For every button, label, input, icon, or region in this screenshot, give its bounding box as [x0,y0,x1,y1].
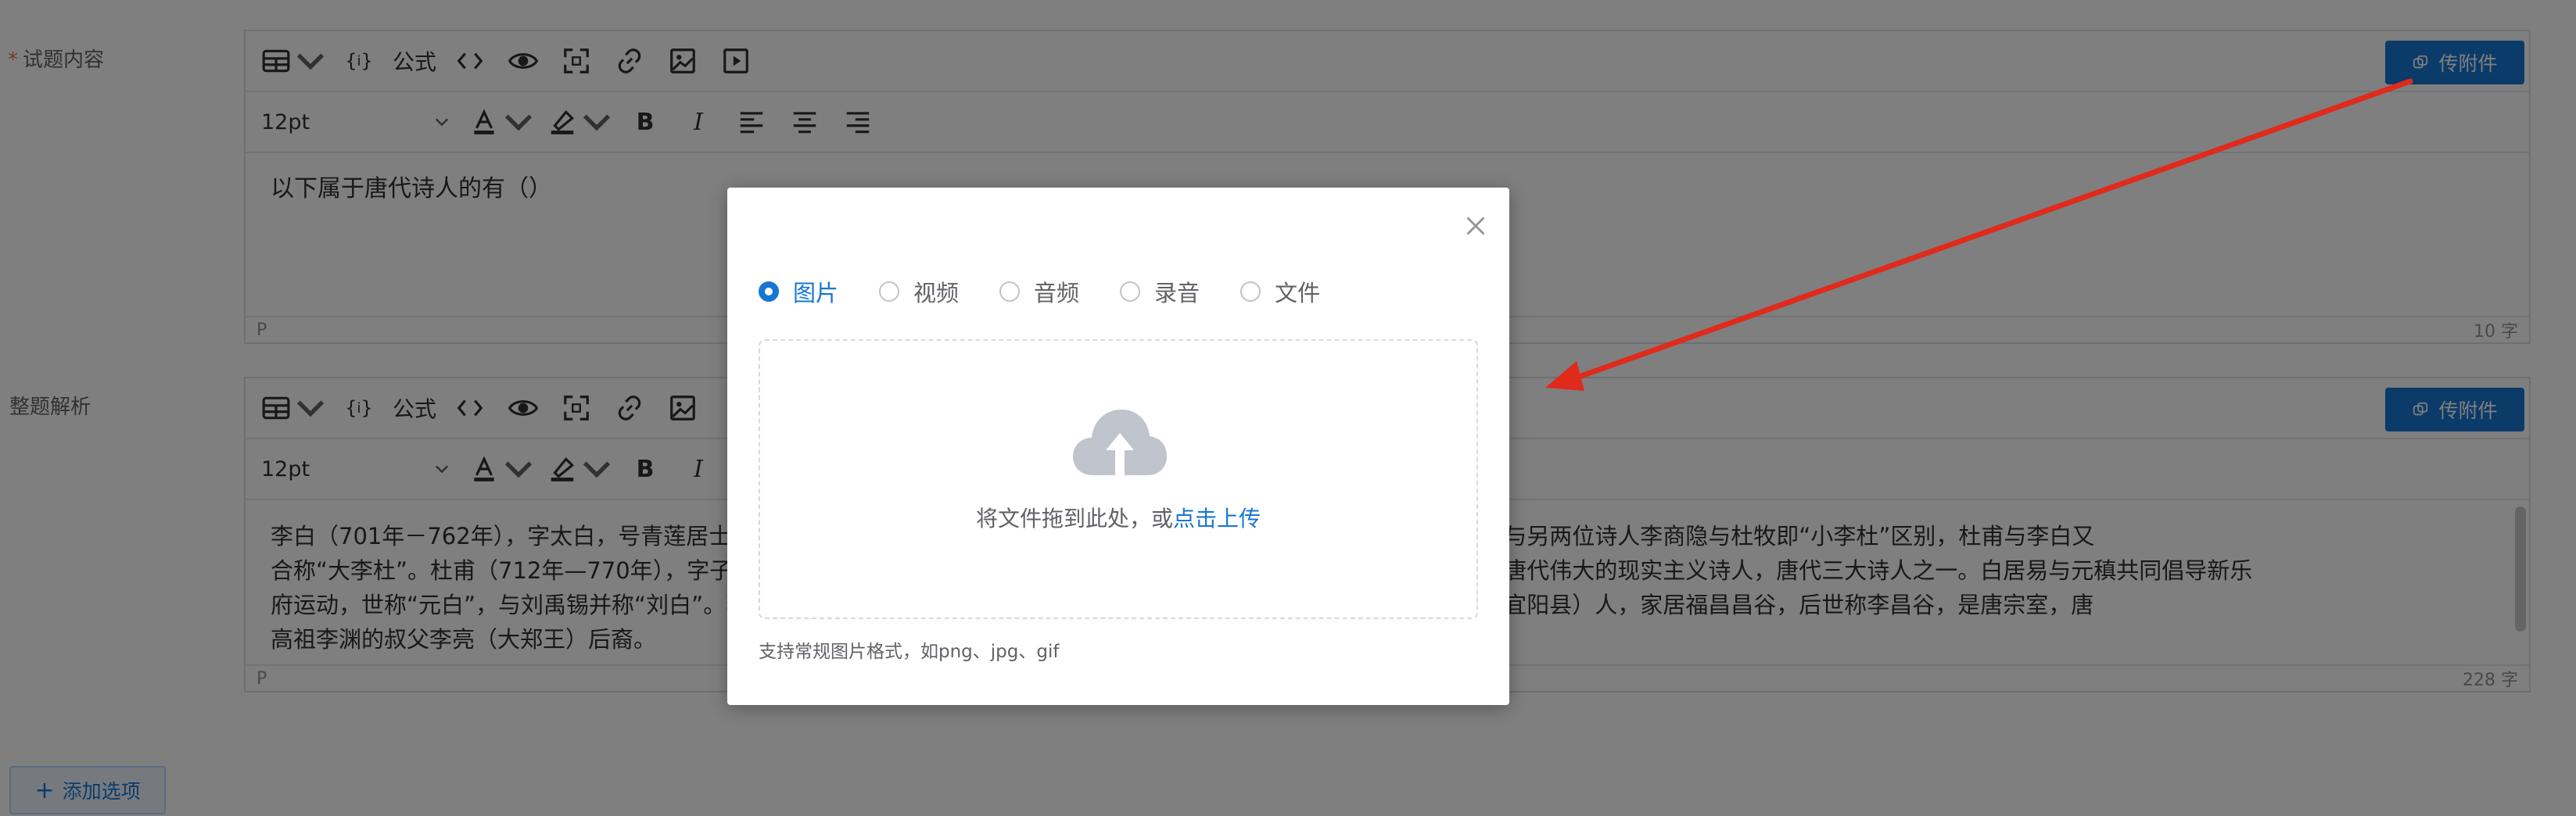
radio-label: 文件 [1275,280,1321,306]
radio-label: 音频 [1034,280,1080,306]
radio-file[interactable]: 文件 [1240,275,1320,308]
dropzone-text: 将文件拖到此处，或点击上传 [760,502,1476,533]
radio-label: 图片 [793,280,839,306]
upload-link[interactable]: 点击上传 [1173,506,1261,531]
radio-recording[interactable]: 录音 [1120,275,1200,308]
drop-instruction: 将文件拖到此处，或 [975,506,1173,531]
radio-circle [1240,281,1261,302]
radio-audio[interactable]: 音频 [999,275,1079,308]
upload-dropzone[interactable]: 将文件拖到此处，或点击上传 [759,339,1478,619]
radio-image[interactable]: 图片 [759,275,838,308]
cloud-upload-icon [1073,410,1167,475]
radio-label: 视频 [913,280,960,306]
radio-circle [879,281,900,302]
radio-circle [759,281,779,302]
upload-hint: 支持常规图片格式，如png、jpg、gif [759,642,1060,662]
file-type-radio-group: 图片 视频 音频 录音 文件 [759,275,1361,308]
radio-circle [999,281,1021,302]
radio-circle [1120,281,1141,302]
upload-dialog: 图片 视频 音频 录音 文件 将文件拖到此处，或点击上传 支持常规图片格式，如p… [727,188,1509,705]
radio-video[interactable]: 视频 [879,275,959,308]
radio-label: 录音 [1154,280,1200,306]
close-icon[interactable] [1464,214,1487,238]
